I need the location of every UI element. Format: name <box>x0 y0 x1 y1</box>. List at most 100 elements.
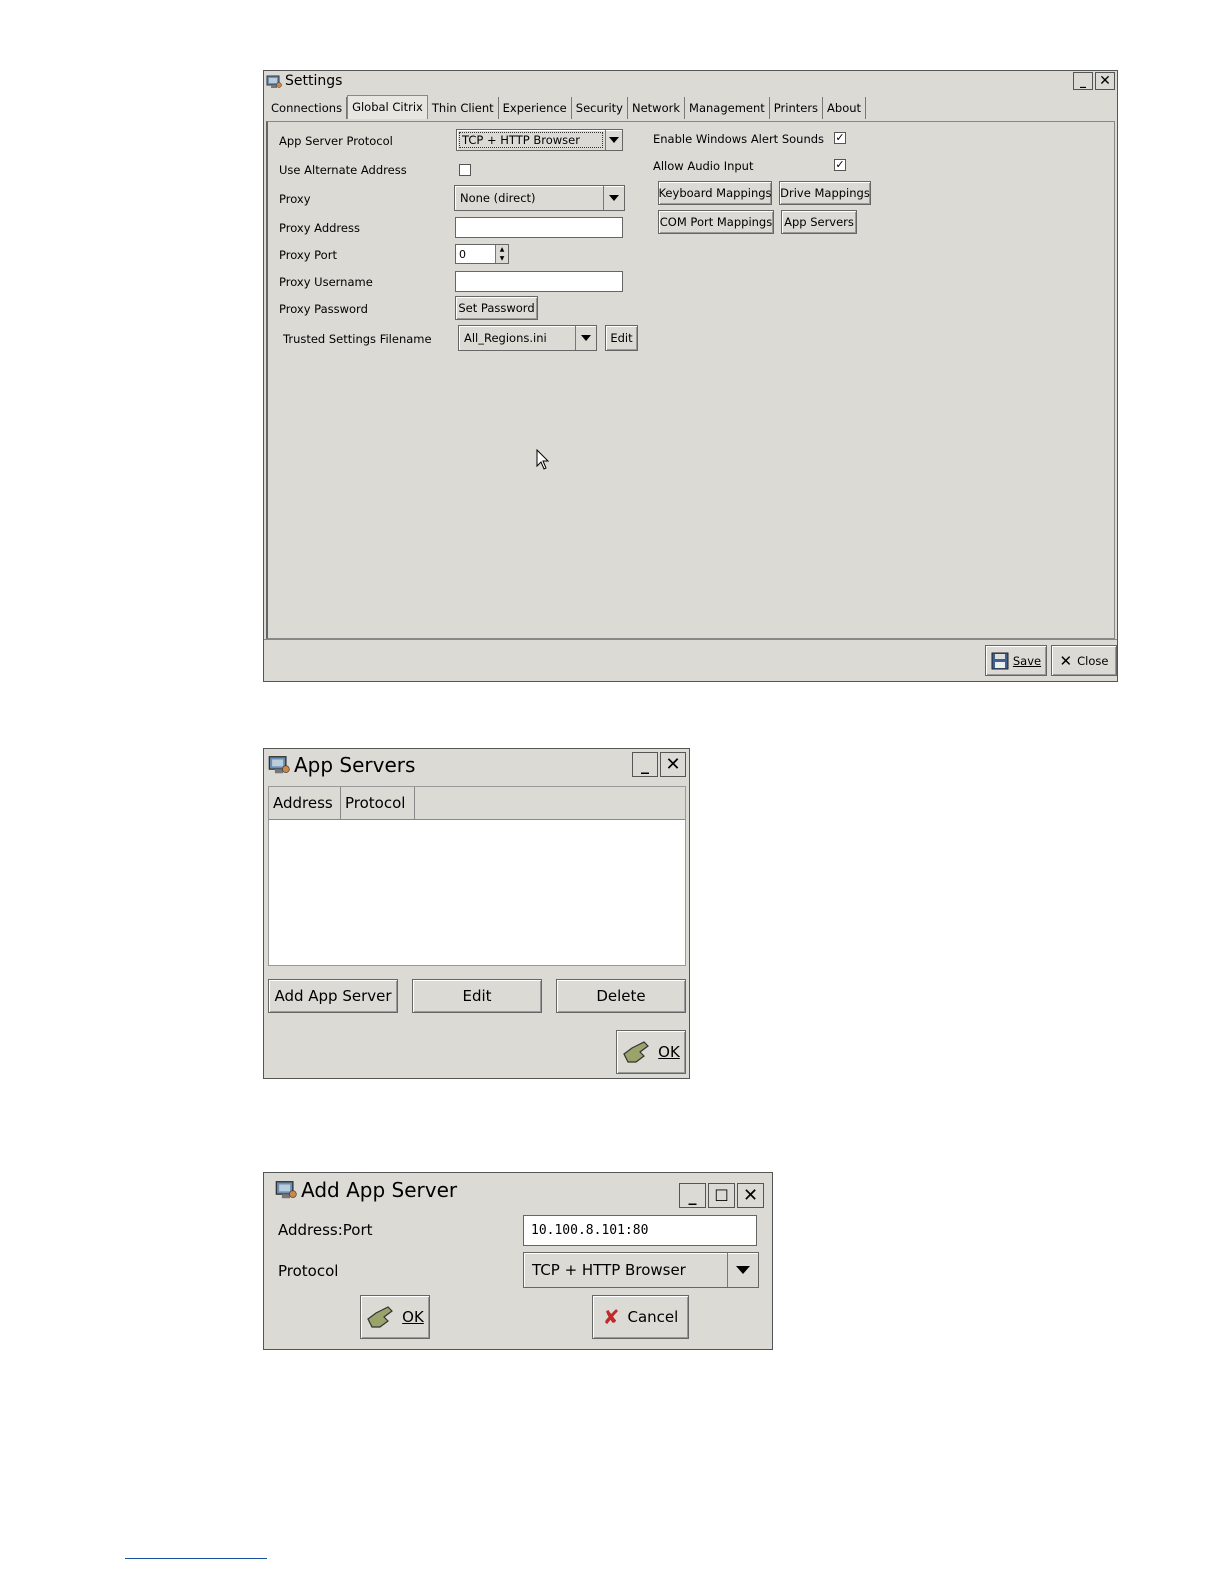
tab-about[interactable]: About <box>823 97 867 119</box>
save-button[interactable]: Save <box>985 645 1047 676</box>
settings-titlebar[interactable]: Settings _ ✕ <box>264 71 1117 91</box>
proxy-select[interactable]: None (direct) <box>454 185 625 211</box>
add-app-server-title: Add App Server <box>301 1178 458 1202</box>
app-server-protocol-select[interactable]: TCP + HTTP Browser <box>456 129 623 151</box>
trusted-settings-select[interactable]: All_Regions.ini <box>458 325 597 351</box>
protocol-label: Protocol <box>278 1262 339 1280</box>
edit-app-server-button[interactable]: Edit <box>412 979 542 1013</box>
tab-experience[interactable]: Experience <box>499 97 572 119</box>
drive-mappings-button[interactable]: Drive Mappings <box>779 181 871 205</box>
tab-thin-client[interactable]: Thin Client <box>428 97 499 119</box>
tab-management[interactable]: Management <box>685 97 770 119</box>
enable-alert-sounds-label: Enable Windows Alert Sounds <box>653 132 825 146</box>
ok-button[interactable]: OK <box>360 1295 430 1339</box>
settings-tabs: Connections Global Citrix Thin Client Ex… <box>267 95 867 119</box>
global-citrix-panel: App Server Protocol TCP + HTTP Browser U… <box>266 121 1115 639</box>
trusted-settings-value: All_Regions.ini <box>464 331 547 345</box>
add-app-server-titlebar[interactable]: Add App Server _ ☐ ✕ <box>264 1173 772 1208</box>
add-app-server-window: Add App Server _ ☐ ✕ Address:Port 10.100… <box>263 1172 773 1350</box>
proxy-username-input[interactable] <box>455 271 623 292</box>
settings-window-buttons: _ ✕ <box>1073 72 1115 90</box>
maximize-button[interactable]: ☐ <box>708 1183 735 1208</box>
close-icon: ✕ <box>742 1185 759 1206</box>
app-server-protocol-label: App Server Protocol <box>279 134 393 148</box>
close-label: Close <box>1077 653 1109 668</box>
app-servers-window-buttons: _ ✕ <box>632 752 686 777</box>
enable-alert-sounds-checkbox[interactable]: ✓ <box>834 132 846 144</box>
set-password-button[interactable]: Set Password <box>455 296 538 320</box>
minimize-icon: _ <box>641 755 649 774</box>
mouse-cursor-icon <box>536 449 550 470</box>
allow-audio-input-checkbox[interactable]: ✓ <box>834 159 846 171</box>
com-port-mappings-button[interactable]: COM Port Mappings <box>658 210 774 234</box>
tab-connections[interactable]: Connections <box>267 97 348 119</box>
tab-network[interactable]: Network <box>628 97 686 119</box>
chevron-down-icon <box>605 130 622 150</box>
floppy-disk-icon <box>991 652 1009 669</box>
app-icon <box>266 74 282 88</box>
keyboard-mappings-button[interactable]: Keyboard Mappings <box>658 181 772 205</box>
trusted-settings-edit-button[interactable]: Edit <box>605 325 638 351</box>
use-alternate-address-checkbox[interactable] <box>459 164 471 176</box>
proxy-address-input[interactable] <box>455 217 623 238</box>
column-header-filler <box>415 787 685 819</box>
stepper-up-icon[interactable]: ▲ <box>496 245 508 254</box>
proxy-address-label: Proxy Address <box>279 221 360 235</box>
cancel-button[interactable]: ✘ Cancel <box>592 1295 689 1339</box>
proxy-port-value: 0 <box>459 247 466 261</box>
proxy-password-label: Proxy Password <box>279 302 368 316</box>
settings-footer: Save ✕ Close <box>264 639 1117 682</box>
close-window-button[interactable]: ✕ <box>737 1183 764 1208</box>
ok-label: OK <box>402 1308 424 1326</box>
minimize-icon: _ <box>688 1186 697 1205</box>
address-port-input[interactable]: 10.100.8.101:80 <box>523 1215 757 1246</box>
tab-global-citrix[interactable]: Global Citrix <box>347 95 428 119</box>
close-window-button[interactable]: ✕ <box>1095 72 1115 90</box>
proxy-port-input[interactable]: 0 ▲ ▼ <box>455 244 509 264</box>
app-icon <box>268 755 290 775</box>
app-server-protocol-value: TCP + HTTP Browser <box>459 132 603 148</box>
chevron-down-icon <box>727 1253 758 1287</box>
maximize-icon: ☐ <box>714 1186 729 1205</box>
cancel-label: Cancel <box>627 1308 679 1326</box>
column-header-protocol[interactable]: Protocol <box>341 787 415 819</box>
cancel-x-icon: ✘ <box>602 1305 620 1329</box>
allow-audio-input-label: Allow Audio Input <box>653 159 754 173</box>
delete-app-server-button[interactable]: Delete <box>556 979 686 1013</box>
tab-security[interactable]: Security <box>572 97 628 119</box>
app-icon <box>275 1180 297 1200</box>
checkmark-icon: ✓ <box>835 158 845 171</box>
chevron-down-icon <box>603 186 624 210</box>
minimize-button[interactable]: _ <box>679 1183 706 1208</box>
use-alternate-address-label: Use Alternate Address <box>279 163 407 177</box>
app-servers-list[interactable]: Address Protocol <box>268 786 686 966</box>
app-servers-titlebar[interactable]: App Servers _ ✕ <box>264 749 689 781</box>
close-icon: ✕ <box>1099 73 1111 89</box>
protocol-select[interactable]: TCP + HTTP Browser <box>523 1252 759 1288</box>
minimize-button[interactable]: _ <box>1073 72 1093 90</box>
checkmark-icon: ✓ <box>835 131 845 144</box>
settings-window: Settings _ ✕ Connections Global Citrix T… <box>263 70 1118 682</box>
ok-hand-icon <box>367 1306 394 1328</box>
tab-printers[interactable]: Printers <box>770 97 824 119</box>
proxy-username-label: Proxy Username <box>279 275 373 289</box>
port-stepper[interactable]: ▲ ▼ <box>495 245 508 263</box>
close-x-icon: ✕ <box>1059 651 1073 670</box>
minimize-icon: _ <box>1080 74 1086 88</box>
app-servers-title: App Servers <box>294 753 416 777</box>
address-port-label: Address:Port <box>278 1221 373 1239</box>
ok-button[interactable]: OK <box>616 1030 686 1074</box>
proxy-port-label: Proxy Port <box>279 248 337 262</box>
ok-label: OK <box>658 1043 680 1061</box>
close-window-button[interactable]: ✕ <box>660 752 686 777</box>
add-app-server-window-buttons: _ ☐ ✕ <box>679 1183 764 1208</box>
close-button[interactable]: ✕ Close <box>1051 645 1117 676</box>
stepper-down-icon[interactable]: ▼ <box>496 254 508 263</box>
proxy-value: None (direct) <box>460 191 536 205</box>
add-app-server-button[interactable]: Add App Server <box>268 979 398 1013</box>
chevron-down-icon <box>575 326 596 350</box>
column-header-address[interactable]: Address <box>269 787 341 819</box>
minimize-button[interactable]: _ <box>632 752 658 777</box>
app-servers-button[interactable]: App Servers <box>781 210 857 234</box>
app-servers-window: App Servers _ ✕ Address Protocol Add App… <box>263 748 690 1079</box>
